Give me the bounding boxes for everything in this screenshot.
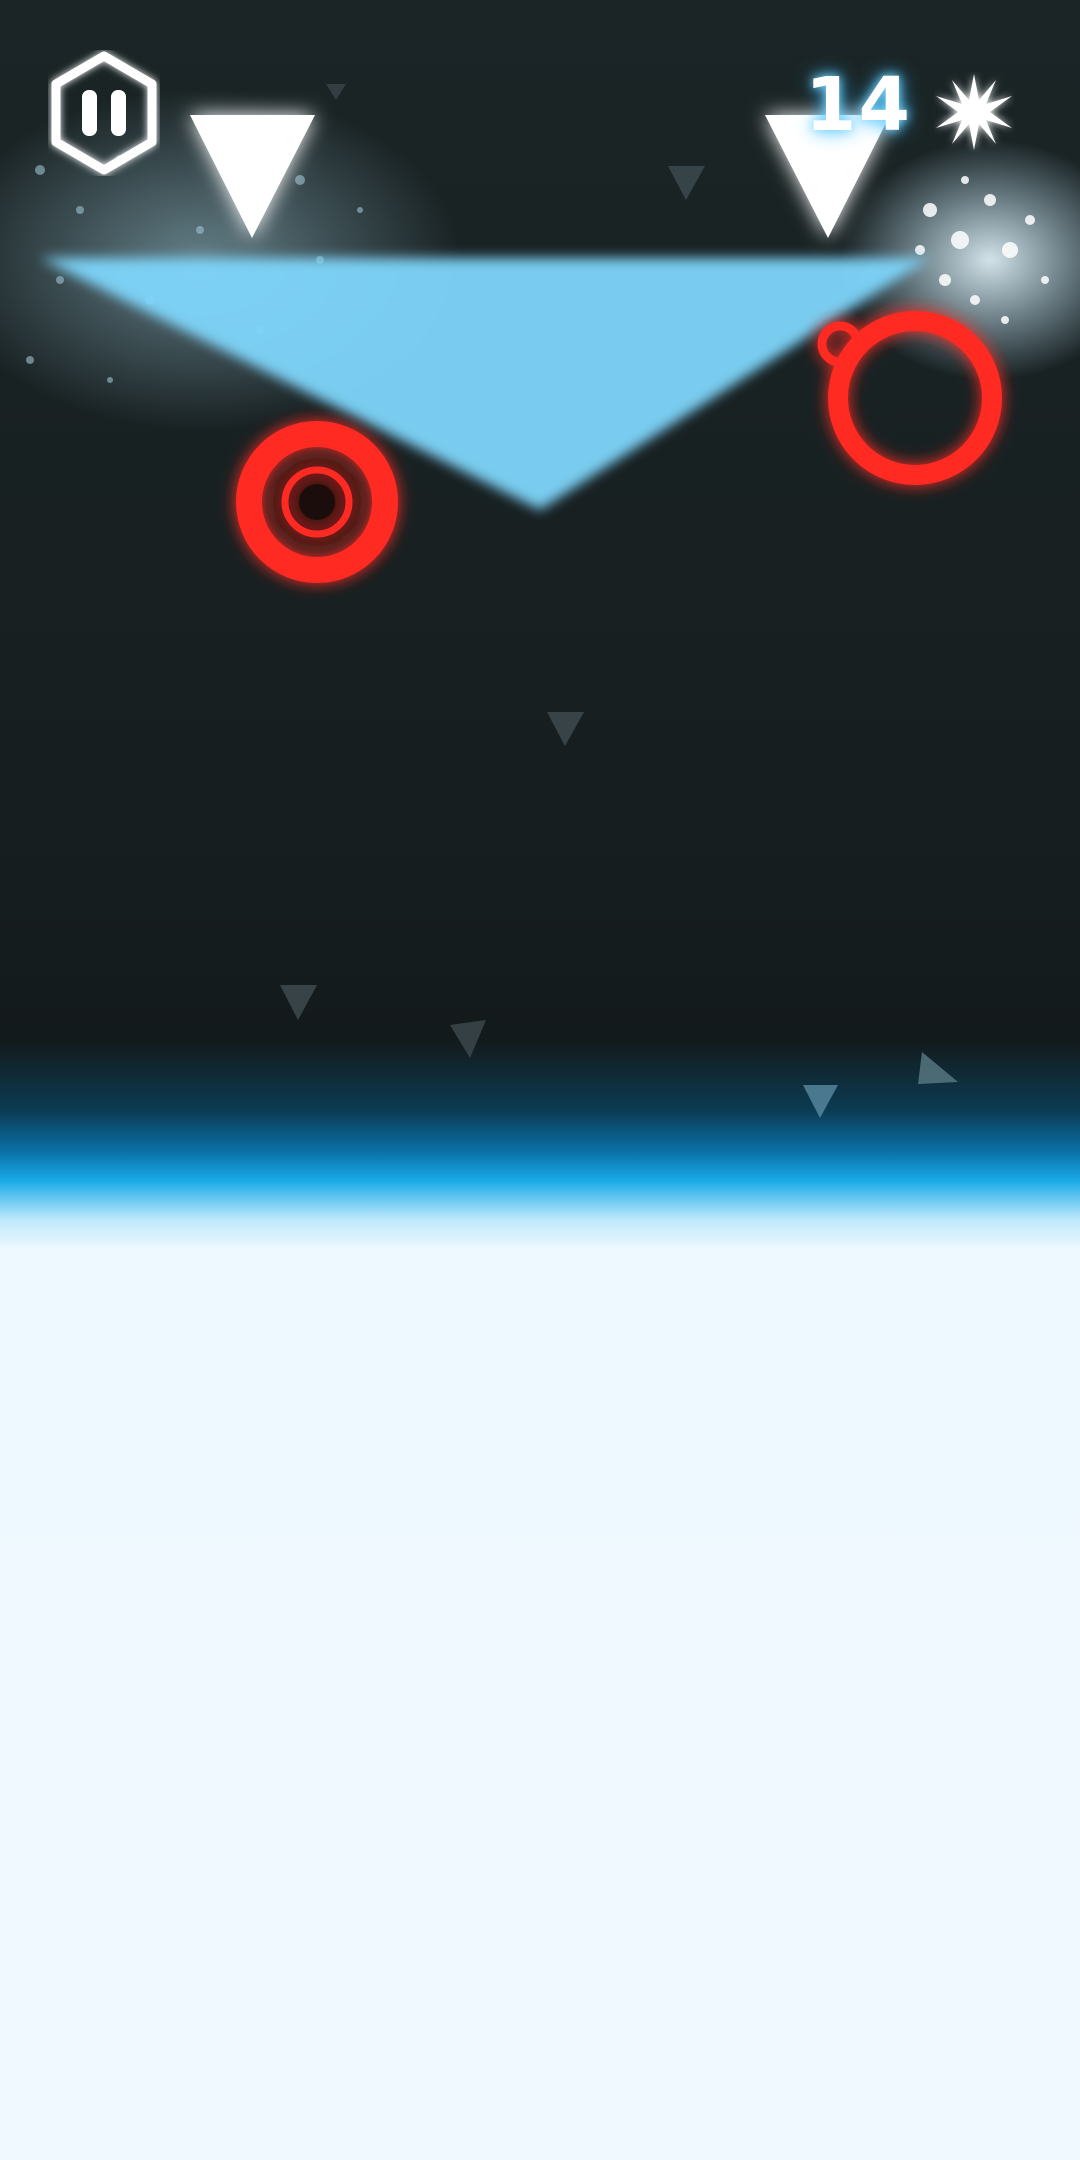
pause-button[interactable] [48, 50, 160, 176]
drift-triangle [326, 84, 346, 100]
drift-triangle [547, 712, 584, 746]
game-scene[interactable]: 14 [0, 0, 1080, 2160]
drift-triangle [918, 1052, 958, 1084]
score-counter: 14 [805, 62, 912, 148]
pause-icon [51, 51, 157, 175]
game-canvas [0, 84, 1080, 1118]
drift-triangle [803, 1085, 838, 1118]
drift-triangle [668, 166, 705, 200]
star-burst-icon [934, 72, 1014, 152]
drift-triangle [280, 985, 317, 1020]
drift-triangle [450, 1020, 486, 1058]
red-ring-enemy-left [236, 421, 398, 583]
